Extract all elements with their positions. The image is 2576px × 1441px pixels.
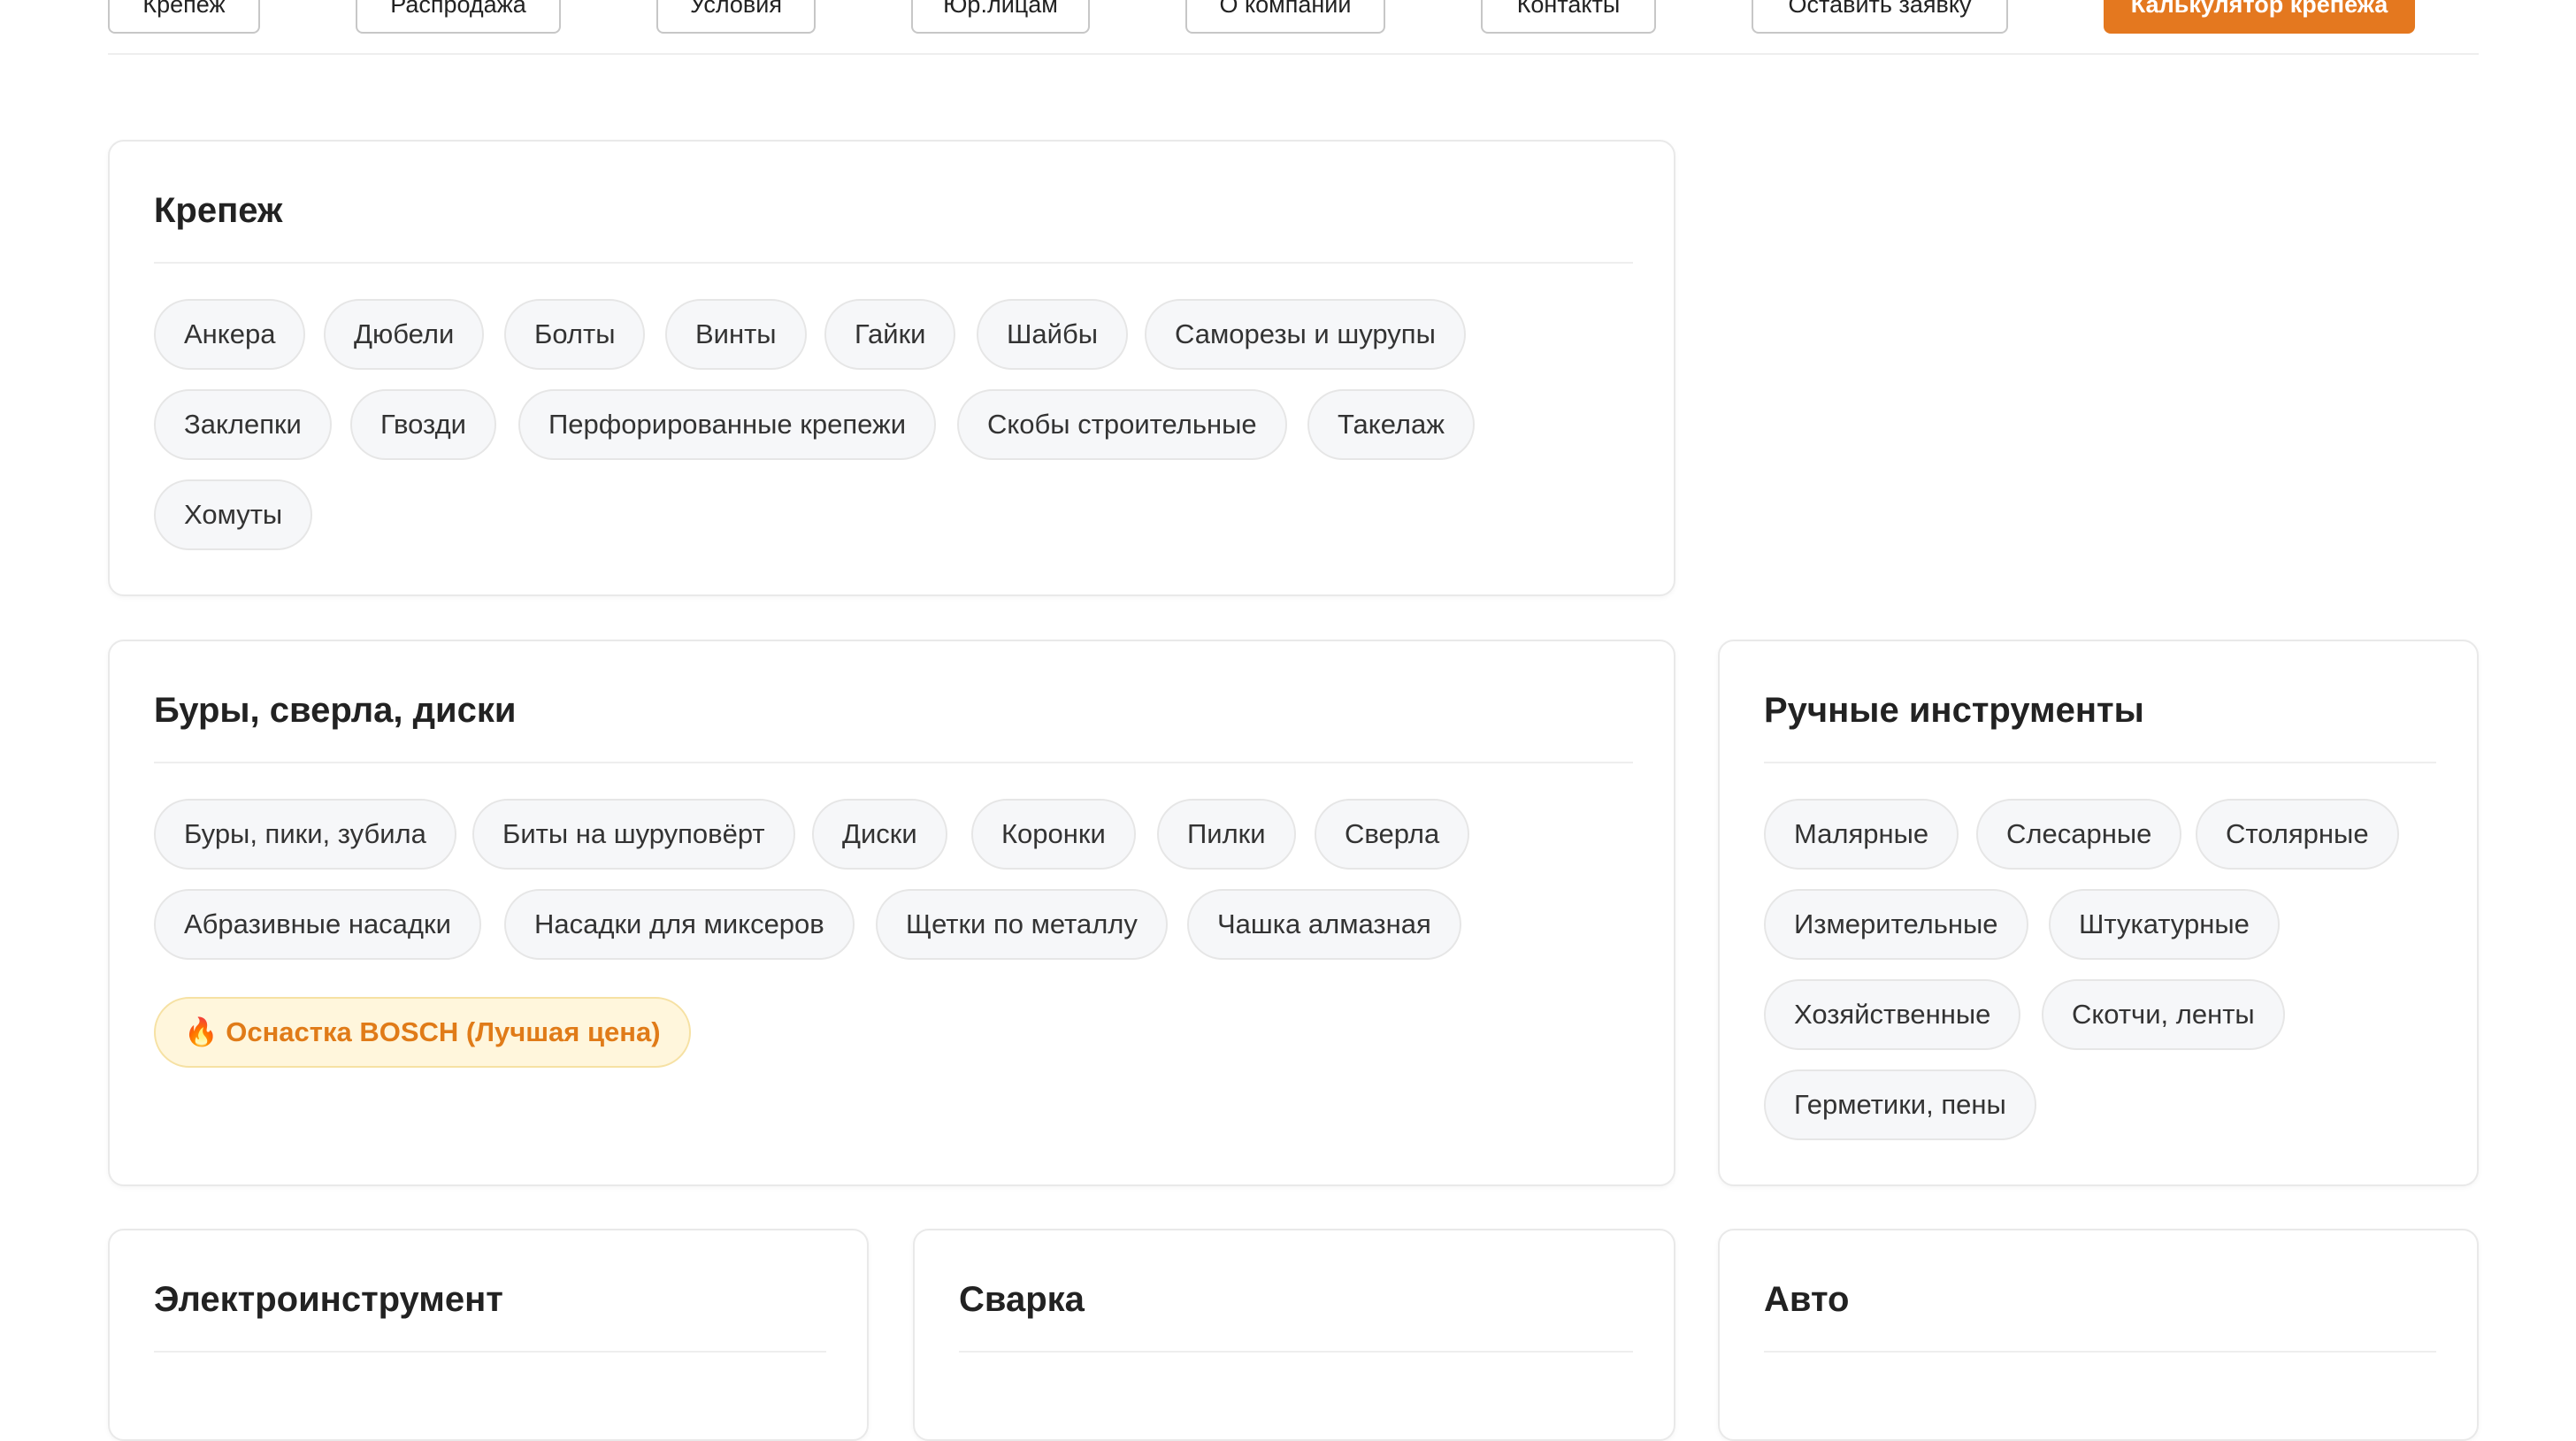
chip-malyarnye[interactable]: Малярные <box>1764 799 1959 870</box>
card-divider <box>154 1351 826 1353</box>
card-divider <box>1764 762 2436 763</box>
category-card-svarka: Сварка <box>913 1229 1675 1441</box>
chip-diski[interactable]: Диски <box>812 799 947 870</box>
card-title[interactable]: Сварка <box>959 1278 1085 1321</box>
chip-gaiki[interactable]: Гайки <box>824 299 956 370</box>
chip-bury-piki[interactable]: Буры, пики, зубила <box>154 799 456 870</box>
category-card-ruchnye: Ручные инструменты Малярные Слесарные Ст… <box>1718 640 2479 1186</box>
chip-germetiki[interactable]: Герметики, пены <box>1764 1069 2036 1140</box>
chip-abrazivnye[interactable]: Абразивные насадки <box>154 889 481 960</box>
chip-takelazh[interactable]: Такелаж <box>1307 389 1475 460</box>
card-title[interactable]: Электроинструмент <box>154 1278 503 1321</box>
category-card-elektro: Электроинструмент <box>108 1229 869 1441</box>
nav-terms-button[interactable]: Условия <box>656 0 816 34</box>
chip-skoby[interactable]: Скобы строительные <box>957 389 1287 460</box>
chip-shchetki[interactable]: Щетки по металлу <box>876 889 1168 960</box>
chip-shtukaturnye[interactable]: Штукатурные <box>2049 889 2280 960</box>
card-title[interactable]: Крепеж <box>154 189 282 232</box>
nav-sale-button[interactable]: Распродажа <box>356 0 561 34</box>
chip-stolyarnye[interactable]: Столярные <box>2196 799 2399 870</box>
chip-khomuty[interactable]: Хомуты <box>154 479 313 550</box>
card-title[interactable]: Буры, сверла, диски <box>154 689 516 732</box>
category-card-bury: Буры, сверла, диски Буры, пики, зубила Б… <box>108 640 1675 1186</box>
nav-contacts-button[interactable]: Контакты <box>1481 0 1656 34</box>
chip-nasadki-mikser[interactable]: Насадки для миксеров <box>504 889 855 960</box>
nav-krepezh-button[interactable]: Крепеж <box>108 0 260 34</box>
card-divider <box>1764 1351 2436 1353</box>
chip-vinty[interactable]: Винты <box>665 299 807 370</box>
chip-khozyaystvennye[interactable]: Хозяйственные <box>1764 979 2021 1050</box>
chip-shaiby[interactable]: Шайбы <box>977 299 1129 370</box>
nav-legal-entities-button[interactable]: Юр.лицам <box>911 0 1090 34</box>
chip-perforirovannye[interactable]: Перфорированные крепежи <box>518 389 937 460</box>
chip-dyubeli[interactable]: Дюбели <box>324 299 485 370</box>
card-divider <box>154 262 1633 264</box>
fastener-calculator-button[interactable]: Калькулятор крепежа <box>2104 0 2415 34</box>
chip-gvozdi[interactable]: Гвозди <box>350 389 496 460</box>
chip-chashka[interactable]: Чашка алмазная <box>1187 889 1461 960</box>
chip-bolty[interactable]: Болты <box>504 299 646 370</box>
chip-bity[interactable]: Биты на шуруповёрт <box>472 799 795 870</box>
chip-zaklepki[interactable]: Заклепки <box>154 389 332 460</box>
nav-about-button[interactable]: О компании <box>1185 0 1385 34</box>
top-navigation: Крепеж Распродажа Условия Юр.лицам О ком… <box>0 0 2576 55</box>
chip-koronki[interactable]: Коронки <box>971 799 1136 870</box>
card-divider <box>154 762 1633 763</box>
chip-pilki[interactable]: Пилки <box>1157 799 1296 870</box>
category-card-avto: Авто <box>1718 1229 2479 1441</box>
card-divider <box>959 1351 1633 1353</box>
chip-bosch-promo[interactable]: 🔥 Оснастка BOSCH (Лучшая цена) <box>154 997 691 1068</box>
chip-skotchi[interactable]: Скотчи, ленты <box>2042 979 2285 1050</box>
chip-ankera[interactable]: Анкера <box>154 299 306 370</box>
chip-samorezy[interactable]: Саморезы и шурупы <box>1145 299 1466 370</box>
chip-izmeritelnye[interactable]: Измерительные <box>1764 889 2028 960</box>
chip-sverla[interactable]: Сверла <box>1315 799 1470 870</box>
nav-request-button[interactable]: Оставить заявку <box>1752 0 2008 34</box>
card-title[interactable]: Авто <box>1764 1278 1849 1321</box>
card-title[interactable]: Ручные инструменты <box>1764 689 2144 732</box>
chip-slesarnye[interactable]: Слесарные <box>1976 799 2182 870</box>
nav-divider <box>108 53 2479 55</box>
category-card-krepezh: Крепеж Анкера Дюбели Болты Винты Гайки Ш… <box>108 140 1675 596</box>
